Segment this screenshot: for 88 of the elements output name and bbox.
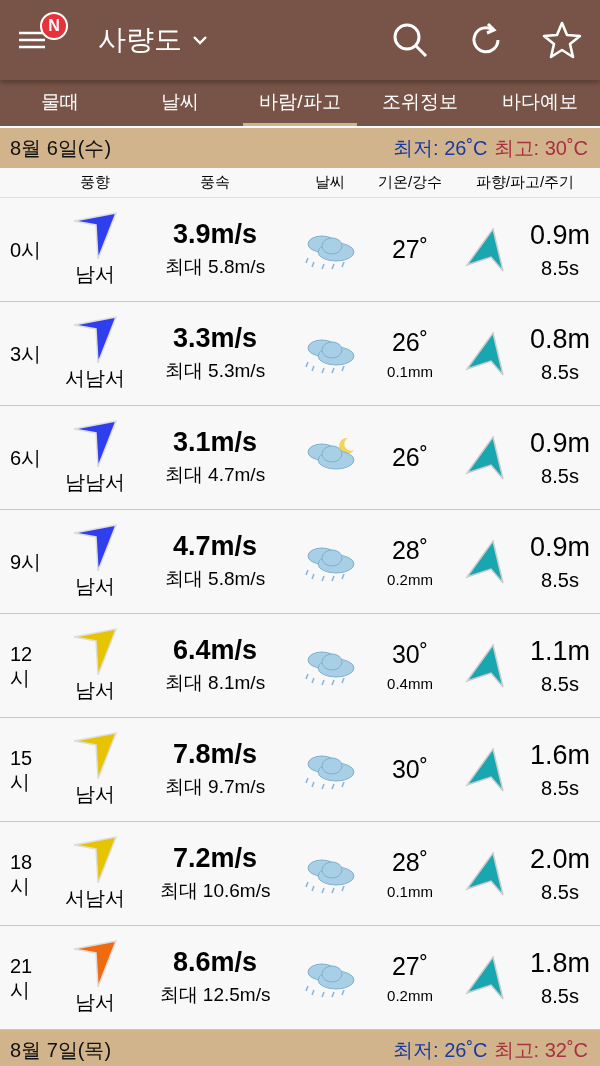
min-temperature: 최저: 26˚C — [393, 135, 488, 161]
temperature: 27˚ — [391, 951, 429, 981]
max-wind-speed: 최대 5.8m/s — [164, 567, 266, 591]
wind-speed: 3.1m/s — [172, 427, 258, 458]
max-wind-speed: 최대 12.5m/s — [159, 983, 271, 1007]
wave-period: 8.5s — [541, 568, 579, 592]
time-label: 9시 — [10, 549, 43, 574]
wind-direction: 남서 — [75, 262, 115, 287]
chevron-down-icon — [192, 35, 208, 45]
tab[interactable]: 물때 — [3, 80, 117, 126]
tab[interactable]: 바다예보 — [483, 80, 597, 126]
wind-direction: 서남서 — [65, 886, 125, 911]
column-header: 풍향 — [79, 173, 111, 192]
column-header: 기온/강수 — [376, 173, 444, 192]
wave-height: 1.8m — [530, 947, 590, 979]
temperature: 28˚ — [391, 535, 429, 565]
wave-height: 0.9m — [530, 427, 590, 459]
wave-height: 1.1m — [530, 635, 590, 667]
temperature: 30˚ — [391, 639, 429, 669]
tab[interactable]: 조위정보 — [363, 80, 477, 126]
wind-speed: 8.6m/s — [172, 947, 258, 978]
wind-direction: 서남서 — [65, 366, 125, 391]
time-label: 3시 — [10, 341, 43, 366]
wind-direction: 남서 — [75, 678, 115, 703]
wave-period: 8.5s — [541, 360, 579, 384]
precipitation: 0.2mm — [387, 570, 433, 588]
precipitation: 0.1mm — [387, 362, 433, 380]
date-label: 8월 6일(수) — [10, 135, 113, 161]
wave-direction-arrow-icon — [465, 538, 505, 585]
column-header: 풍속 — [199, 173, 231, 192]
max-wind-speed: 최대 10.6m/s — [159, 879, 271, 903]
favorite-button[interactable] — [542, 20, 582, 60]
wind-direction: 남남서 — [65, 470, 125, 495]
max-wind-speed: 최대 4.7m/s — [164, 463, 266, 487]
wave-period: 8.5s — [541, 880, 579, 904]
wave-direction-arrow-icon — [465, 226, 505, 273]
wind-direction: 남서 — [75, 782, 115, 807]
temperature: 26˚ — [391, 443, 429, 472]
max-wind-speed: 최대 9.7m/s — [164, 775, 266, 799]
temperature: 28˚ — [391, 847, 429, 877]
wind-speed: 7.8m/s — [172, 739, 258, 770]
precipitation: 0.1mm — [387, 882, 433, 900]
wave-height: 0.8m — [530, 323, 590, 355]
wind-direction: 남서 — [75, 574, 115, 599]
max-temperature: 최고: 30˚C — [493, 135, 588, 161]
notification-badge: N — [40, 12, 68, 40]
temperature: 30˚ — [391, 755, 429, 784]
precipitation: 0.4mm — [387, 674, 433, 692]
wind-speed: 7.2m/s — [172, 843, 258, 874]
wave-direction-arrow-icon — [465, 642, 505, 689]
location-dropdown[interactable]: 사량도 — [98, 21, 208, 59]
wind-direction: 남서 — [75, 990, 115, 1015]
wave-direction-arrow-icon — [465, 330, 505, 377]
date-label: 8월 7일(목) — [10, 1037, 113, 1063]
wind-speed: 6.4m/s — [172, 635, 258, 666]
min-temperature: 최저: 26˚C — [393, 1037, 488, 1063]
wave-height: 2.0m — [530, 843, 590, 875]
wind-speed: 3.3m/s — [172, 323, 258, 354]
wave-period: 8.5s — [541, 464, 579, 488]
time-label: 15시 — [10, 745, 34, 794]
max-temperature: 최고: 32˚C — [493, 1037, 588, 1063]
wave-direction-arrow-icon — [465, 746, 505, 793]
max-wind-speed: 최대 5.8m/s — [164, 255, 266, 279]
wave-height: 0.9m — [530, 531, 590, 563]
max-wind-speed: 최대 5.3m/s — [164, 359, 266, 383]
wave-period: 8.5s — [541, 672, 579, 696]
time-label: 21시 — [10, 953, 34, 1002]
wave-period: 8.5s — [541, 776, 579, 800]
wave-height: 0.9m — [530, 219, 590, 251]
wave-direction-arrow-icon — [465, 954, 505, 1001]
precipitation: 0.2mm — [387, 986, 433, 1004]
max-wind-speed: 최대 8.1m/s — [164, 671, 266, 695]
tab[interactable]: 날씨 — [123, 80, 237, 126]
wave-period: 8.5s — [541, 984, 579, 1008]
time-label: 18시 — [10, 849, 34, 898]
wave-direction-arrow-icon — [465, 434, 505, 481]
wave-direction-arrow-icon — [465, 850, 505, 897]
column-header: 파향/파고/주기 — [474, 173, 576, 192]
temperature: 26˚ — [391, 327, 429, 357]
wave-period: 8.5s — [541, 256, 579, 280]
time-label: 0시 — [10, 237, 43, 262]
column-header: 날씨 — [314, 173, 346, 192]
wind-speed: 4.7m/s — [172, 531, 258, 562]
temperature: 27˚ — [391, 235, 429, 264]
time-label: 6시 — [10, 445, 43, 470]
wave-height: 1.6m — [530, 739, 590, 771]
wind-speed: 3.9m/s — [172, 219, 258, 250]
time-label: 12시 — [10, 641, 34, 690]
